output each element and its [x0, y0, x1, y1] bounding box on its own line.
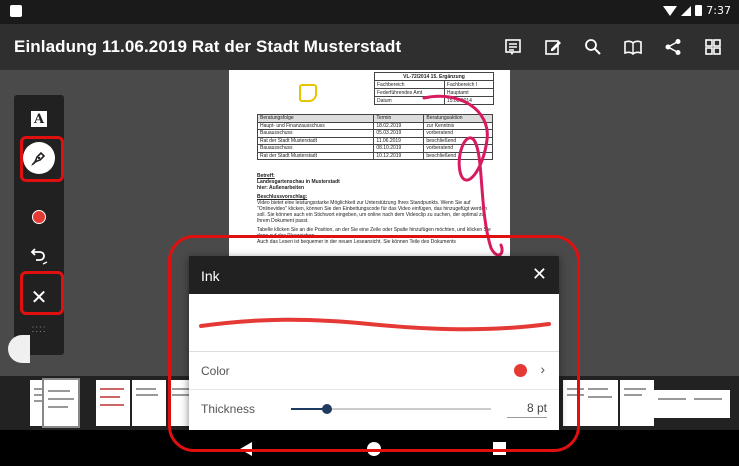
page-thumbnail[interactable] [620, 380, 654, 426]
color-dot-icon [32, 210, 46, 224]
appbar-actions [501, 35, 725, 59]
page-thumbnail-current[interactable] [42, 378, 80, 428]
share-icon[interactable] [661, 35, 685, 59]
notification-icon [10, 5, 22, 17]
undo-button[interactable] [14, 243, 64, 269]
side-tab-handle[interactable] [8, 335, 30, 363]
highlight-ink-dialog [168, 235, 580, 452]
clock: 7:37 [706, 4, 731, 17]
app-bar: Einladung 11.06.2019 Rat der Stadt Muste… [0, 24, 739, 70]
annotation-list-icon[interactable] [501, 35, 525, 59]
document-title: Einladung 11.06.2019 Rat der Stadt Muste… [14, 37, 402, 56]
undo-redo-icon [30, 248, 48, 265]
search-icon[interactable] [581, 35, 605, 59]
page-thumbnail[interactable] [690, 390, 730, 418]
edit-icon[interactable] [541, 35, 565, 59]
drag-handle-icon: :::: [31, 323, 47, 335]
status-icons: 7:37 [663, 4, 731, 17]
status-bar: 7:37 [0, 0, 739, 24]
book-icon[interactable] [621, 35, 645, 59]
text-tool-button[interactable]: A [14, 107, 64, 131]
annotation-toolbar: A ✕ :::: [14, 95, 64, 355]
highlight-pen-tool [20, 136, 64, 182]
text-tool-icon: A [31, 111, 47, 127]
page-thumbnail[interactable] [654, 390, 694, 418]
signal-icon [681, 5, 692, 16]
highlight-close-tool [20, 271, 64, 315]
wifi-icon [663, 5, 678, 16]
page-thumbnail[interactable] [96, 380, 130, 426]
ink-color-button[interactable] [14, 205, 64, 229]
page-thumbnail[interactable] [132, 380, 166, 426]
page-thumbnail[interactable] [584, 380, 618, 426]
grid-icon[interactable] [701, 35, 725, 59]
battery-icon [695, 5, 703, 16]
